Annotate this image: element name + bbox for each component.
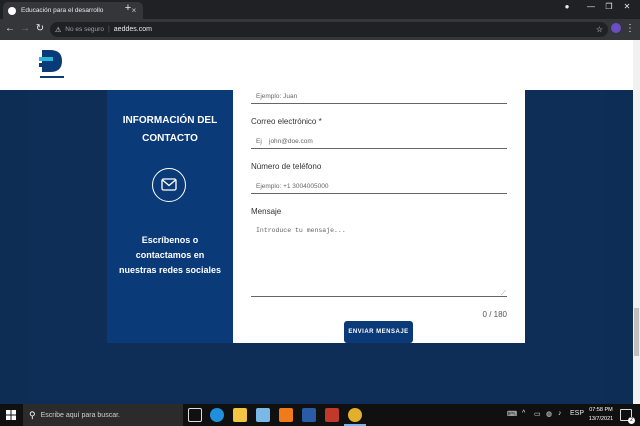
browser-toolbar: ← → ↻ ⚠ No es seguro | aeddes.com ☆ ⋮ (0, 19, 640, 40)
send-message-button[interactable]: ENVIAR MENSAJE (344, 321, 413, 343)
web-page: INFORMACIÓN DEL CONTACTO Escríbenos o co… (0, 40, 640, 404)
language-indicator[interactable]: ESP (570, 410, 584, 417)
warning-icon[interactable]: ⚠ (55, 26, 61, 34)
minimize-button[interactable]: — (584, 2, 598, 11)
file-explorer-icon[interactable] (233, 408, 247, 422)
back-arrow-icon[interactable]: ← (4, 23, 16, 35)
message-label: Mensaje (251, 207, 282, 216)
volume-icon[interactable]: ♪ (558, 410, 562, 417)
edge-icon[interactable] (210, 408, 224, 422)
phone-label: Número de teléfono (251, 162, 322, 171)
close-window-button[interactable]: ✕ (620, 2, 634, 11)
contact-card: INFORMACIÓN DEL CONTACTO Escríbenos o co… (107, 90, 525, 343)
phone-field[interactable] (251, 180, 507, 194)
os-taskbar: ⚲ Escribe aquí para buscar. ⌨ ^ ▭ ◍ ♪ ES… (0, 404, 640, 426)
show-hidden-icons-chevron-icon[interactable]: ^ (522, 410, 525, 417)
xampp-icon[interactable] (279, 408, 293, 422)
reload-icon[interactable]: ↻ (34, 23, 46, 35)
task-view-icon[interactable] (188, 408, 202, 422)
extension-icon[interactable] (611, 23, 621, 33)
notification-center-icon[interactable]: 2 (620, 409, 635, 424)
bookmark-star-icon[interactable]: ☆ (596, 25, 603, 34)
site-logo[interactable] (38, 48, 66, 82)
search-icon: ⚲ (29, 409, 36, 420)
email-field[interactable] (251, 135, 507, 149)
email-label: Correo electrónico * (251, 117, 322, 126)
virtualbox-icon[interactable] (256, 408, 270, 422)
contact-form: Correo electrónico * Número de teléfono … (251, 90, 507, 343)
scrollbar-thumb[interactable] (634, 308, 639, 356)
contact-info-title: INFORMACIÓN DEL CONTACTO (122, 115, 218, 144)
taskbar-search[interactable]: ⚲ Escribe aquí para buscar. (23, 404, 183, 426)
keyboard-icon[interactable]: ⌨ (507, 410, 517, 418)
taskbar-search-placeholder: Escribe aquí para buscar. (40, 411, 120, 419)
resize-handle-icon[interactable]: ⟋ (501, 290, 506, 298)
site-header (0, 40, 633, 90)
character-counter: 0 / 180 (482, 310, 507, 319)
battery-icon[interactable]: ▭ (534, 410, 541, 418)
clock-time: 07:58 PM (589, 407, 613, 413)
address-bar[interactable]: ⚠ No es seguro | aeddes.com ☆ (50, 22, 608, 37)
contact-info-message: Escríbenos o contactamos en nuestras red… (118, 235, 222, 275)
mail-icon (152, 168, 186, 202)
clock-date: 13/7/2021 (588, 416, 614, 422)
network-icon[interactable]: ◍ (546, 410, 552, 418)
url-text[interactable]: aeddes.com (114, 26, 152, 33)
notification-count-badge: 2 (628, 417, 635, 424)
forward-arrow-icon[interactable]: → (19, 23, 31, 35)
name-field[interactable] (251, 90, 507, 104)
new-tab-button[interactable]: + (122, 2, 134, 14)
tab-title: Educación para el desarrollo (21, 7, 104, 14)
winrar-icon[interactable] (325, 408, 339, 422)
browser-tab-bar: Educación para el desarrollo × + ● — ❐ ✕ (0, 0, 640, 19)
word-icon[interactable] (302, 408, 316, 422)
message-textarea[interactable] (251, 221, 507, 297)
chrome-icon[interactable] (348, 408, 362, 422)
menu-kebab-icon[interactable]: ⋮ (624, 23, 636, 35)
taskbar-clock[interactable]: 07:58 PM 13/7/2021 (585, 406, 617, 424)
security-label: No es seguro (65, 26, 104, 33)
profile-icon[interactable]: ● (560, 2, 574, 11)
restore-button[interactable]: ❐ (602, 2, 616, 11)
separator: | (107, 26, 110, 33)
page-scrollbar[interactable] (633, 40, 640, 404)
contact-info-panel: INFORMACIÓN DEL CONTACTO Escríbenos o co… (107, 90, 233, 343)
windows-start-icon[interactable] (6, 410, 16, 420)
site-favicon-icon (8, 6, 16, 15)
